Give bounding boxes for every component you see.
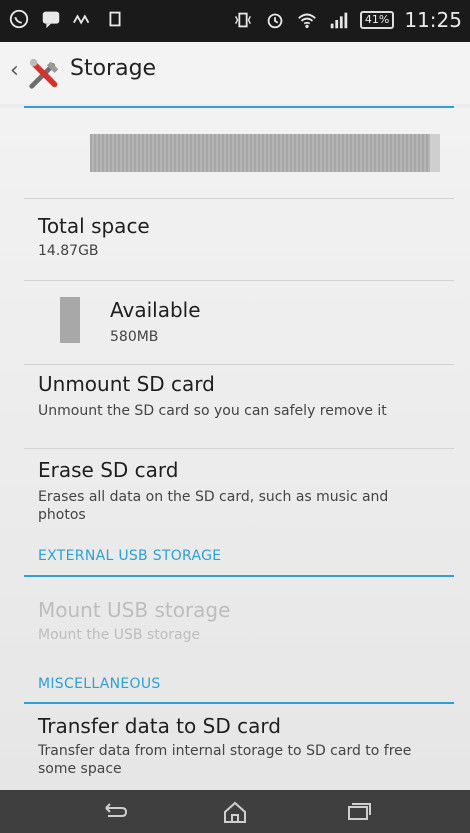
section-underline (24, 702, 454, 704)
total-space-value: 14.87GB (38, 243, 99, 259)
section-header-miscellaneous: MISCELLANEOUS (38, 676, 161, 692)
mount-usb-storage-summary: Mount the USB storage (38, 627, 201, 643)
alarm-icon (267, 13, 283, 29)
divider (24, 448, 454, 449)
signal-wave-icon (73, 14, 90, 25)
storage-available-segment (430, 134, 440, 172)
mount-usb-storage-title: Mount USB storage (38, 598, 231, 622)
up-navigation-chevron-icon[interactable]: ‹ (10, 58, 19, 83)
section-underline (24, 575, 454, 577)
cell-signal-icon (330, 12, 348, 29)
status-icons-right: 41% 11:25 (232, 8, 462, 32)
erase-sd-card-title: Erase SD card (38, 458, 179, 482)
status-icons-left (8, 8, 126, 30)
transfer-data-summary: Transfer data from internal storage to S… (38, 743, 412, 777)
unmount-sd-card-summary: Unmount the SD card so you can safely re… (38, 403, 387, 419)
divider (24, 364, 454, 365)
section-header-external-usb: EXTERNAL USB STORAGE (38, 548, 222, 564)
back-icon[interactable] (96, 798, 132, 826)
status-bar: 41% 11:25 (0, 0, 470, 42)
battery-indicator: 41% (359, 11, 395, 29)
action-bar: ‹ Storage (0, 42, 470, 104)
divider (24, 280, 454, 281)
wifi-icon (298, 13, 316, 29)
status-time: 11:25 (404, 8, 462, 32)
storage-usage-bar (90, 134, 440, 172)
total-space-title: Total space (38, 214, 150, 238)
erase-sd-card-summary: Erases all data on the SD card, such as … (38, 489, 389, 523)
navigation-bar (0, 790, 470, 833)
available-title: Available (110, 298, 201, 322)
page-title: Storage (70, 56, 157, 81)
whatsapp-icon (9, 9, 29, 29)
home-icon[interactable] (217, 798, 253, 826)
square-icon (109, 11, 121, 27)
recent-apps-icon[interactable] (340, 798, 376, 826)
unmount-sd-card-title: Unmount SD card (38, 372, 215, 396)
vibrate-icon (234, 12, 251, 28)
tools-icon[interactable] (26, 54, 64, 92)
available-color-swatch (60, 297, 80, 343)
message-icon (42, 11, 60, 29)
divider (24, 198, 454, 199)
transfer-data-title: Transfer data to SD card (38, 714, 281, 738)
available-value: 580MB (110, 329, 159, 345)
